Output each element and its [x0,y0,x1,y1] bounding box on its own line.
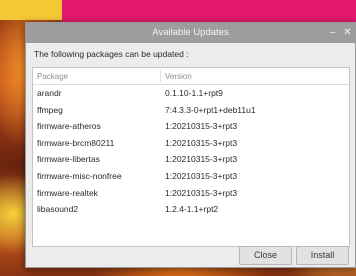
install-button[interactable]: Install [296,246,349,265]
package-name: firmware-atheros [37,121,101,132]
package-version: 1.2.4-1.1+rpt2 [165,204,219,215]
table-row[interactable]: firmware-brcm80211 1:20210315-3+rpt3 [33,135,349,151]
package-version: 7:4.3.3-0+rpt1+deb11u1 [165,104,256,115]
table-row[interactable]: firmware-realtek 1:20210315-3+rpt3 [33,185,349,201]
table-row[interactable]: ffmpeg 7:4.3.3-0+rpt1+deb11u1 [33,102,349,118]
info-text: The following packages can be updated : [34,49,189,59]
package-version: 0.1.10-1.1+rpt9 [165,88,223,98]
table-row[interactable]: arandr 0.1.10-1.1+rpt9 [33,85,349,101]
close-icon[interactable]: ✕ [343,23,352,43]
magazine-banner-yellow [0,0,62,20]
dialog-title: Available Updates [152,27,229,38]
package-version: 1:20210315-3+rpt3 [165,154,238,165]
list-header: Package Version [33,68,349,85]
package-list[interactable]: Package Version arandr 0.1.10-1.1+rpt9 ffm… [32,67,350,247]
column-header-version[interactable]: Version [165,72,192,81]
package-version: 1:20210315-3+rpt3 [165,187,238,198]
dialog-titlebar[interactable]: Available Updates – ✕ [26,23,355,43]
package-name: libasound2 [37,204,79,215]
column-header-package[interactable]: Package [37,72,68,81]
table-row[interactable]: firmware-libertas 1:20210315-3+rpt3 [33,151,349,167]
package-name: firmware-misc-nonfree [37,171,122,181]
package-name: arandr [37,88,62,98]
available-updates-dialog: Available Updates – ✕ The following pack… [25,22,356,268]
table-row[interactable]: firmware-atheros 1:20210315-3+rpt3 [33,118,349,134]
package-name: firmware-realtek [37,187,98,198]
package-version: 1:20210315-3+rpt3 [165,137,238,148]
window-controls: – ✕ [328,23,352,43]
column-separator [160,70,161,82]
package-version: 1:20210315-3+rpt3 [165,171,238,181]
package-name: ffmpeg [37,104,63,115]
table-row[interactable]: firmware-misc-nonfree 1:20210315-3+rpt3 [33,168,349,184]
package-version: 1:20210315-3+rpt3 [165,121,238,132]
minimize-icon[interactable]: – [328,23,337,43]
package-name: firmware-brcm80211 [37,137,115,148]
package-name: firmware-libertas [37,154,100,165]
table-row[interactable]: libasound2 1.2.4-1.1+rpt2 [33,201,349,217]
close-button[interactable]: Close [239,246,292,265]
